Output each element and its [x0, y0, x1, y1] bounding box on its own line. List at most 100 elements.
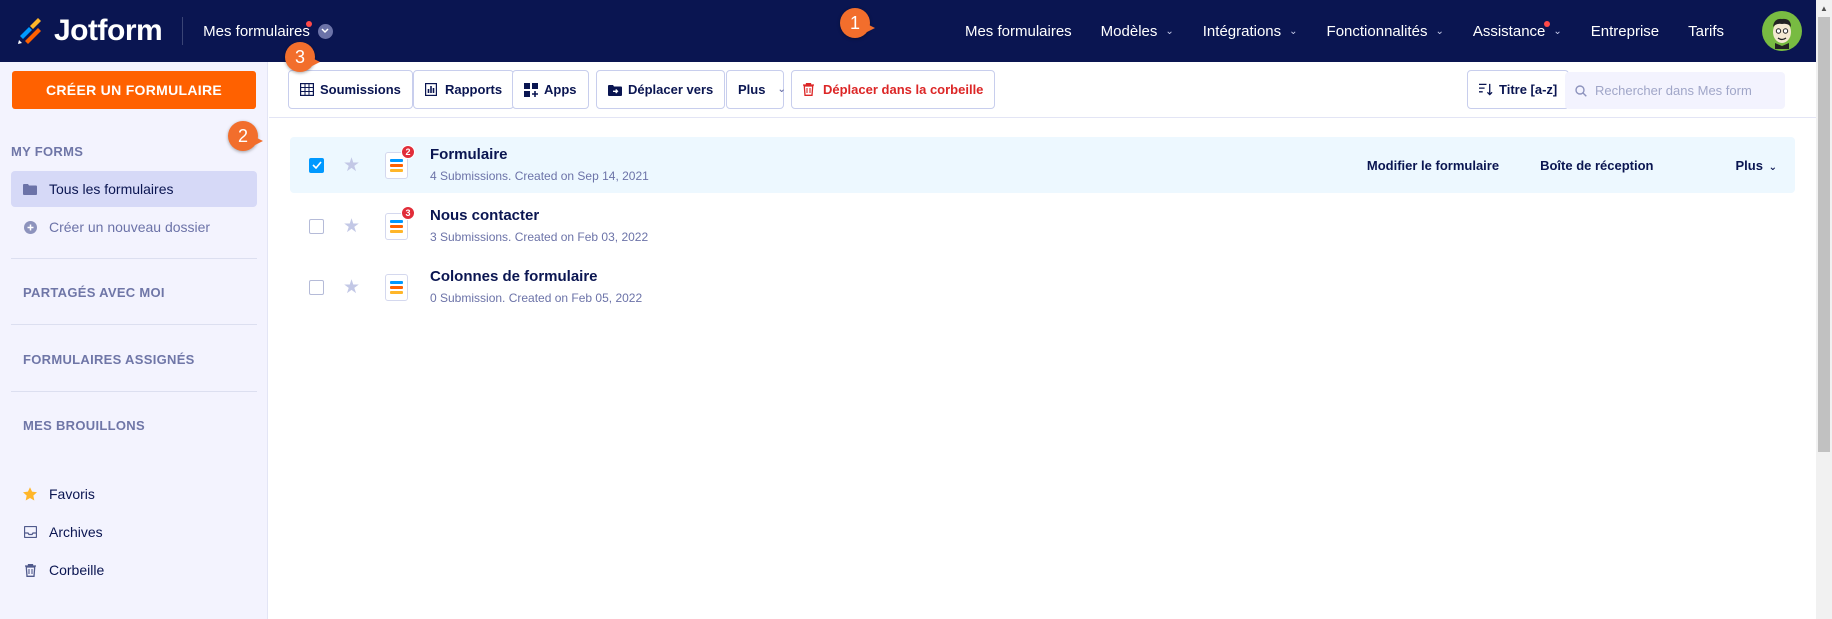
nav-label: Assistance: [1472, 22, 1546, 40]
scroll-up-arrow-icon[interactable]: ▲: [1816, 0, 1832, 17]
form-icon: 2: [385, 144, 415, 179]
user-avatar-icon: [1765, 14, 1799, 49]
notification-dot: [306, 20, 313, 27]
search-box: [1565, 72, 1785, 109]
trash-icon: [803, 83, 817, 97]
trash-icon: [23, 563, 37, 577]
form-checkbox[interactable]: [309, 218, 324, 234]
step-1-badge: 1: [840, 8, 875, 38]
notification-dot: [1543, 20, 1550, 27]
chevron-down-icon: ⌄: [1435, 25, 1444, 37]
bar-chart-icon: [425, 83, 439, 97]
divider: [11, 258, 257, 259]
inbox-button[interactable]: Boîte de réception: [1540, 158, 1653, 173]
nav-label: Tarifs: [1688, 22, 1724, 40]
sidebar-item-assigned[interactable]: FORMULAIRES ASSIGNÉS: [23, 352, 195, 367]
apps-button[interactable]: Apps: [512, 70, 589, 109]
star-icon[interactable]: ★: [343, 154, 360, 177]
star-icon: [23, 487, 37, 501]
form-title[interactable]: Nous contacter: [430, 207, 539, 224]
main-nav: Mes formulaires Modèles ⌄ Intégrations ⌄ F…: [936, 0, 1724, 62]
plus-circle-icon: [23, 220, 37, 234]
step-2-badge: 2: [228, 121, 263, 151]
apps-label: Apps: [544, 82, 577, 97]
jotform-logo[interactable]: Jotform: [16, 14, 163, 48]
sidebar-item-drafts[interactable]: MES BROUILLONS: [23, 418, 145, 433]
form-icon: [385, 273, 408, 301]
chevron-down-icon: ⌄: [777, 84, 786, 95]
edit-form-button[interactable]: Modifier le formulaire: [1367, 158, 1499, 173]
divider: [11, 391, 257, 392]
form-meta: 4 Submissions. Created on Sep 14, 2021: [430, 169, 649, 183]
search-input[interactable]: [1595, 83, 1775, 98]
chevron-down-icon: [317, 23, 333, 39]
sort-button[interactable]: Titre [a-z]: [1467, 70, 1570, 109]
move-to-trash-button[interactable]: Déplacer dans la corbeille: [791, 70, 996, 109]
sidebar-item-label: Tous les formulaires: [49, 181, 174, 197]
top-navbar: Jotform Mes formulaires Mes formulaires …: [0, 0, 1816, 62]
nav-label: Fonctionnalités: [1326, 22, 1428, 40]
workspace-label: Mes formulaires: [203, 22, 310, 40]
row-more-button[interactable]: Plus ⌄: [1695, 158, 1777, 173]
my-forms-heading: MY FORMS: [11, 144, 84, 159]
divider: [11, 324, 257, 325]
move-to-button[interactable]: Déplacer vers: [596, 70, 726, 109]
table-icon: [300, 83, 314, 97]
form-checkbox[interactable]: [309, 279, 324, 295]
check-icon: [311, 161, 322, 169]
form-row[interactable]: ★ Colonnes de formulaire 0 Submission. C…: [290, 259, 1795, 315]
form-checkbox[interactable]: [309, 157, 324, 173]
form-row[interactable]: ★ 2 Formulaire 4 Submissions. Created on…: [290, 137, 1795, 193]
sidebar-item-trash[interactable]: Corbeille: [11, 552, 257, 588]
sidebar-item-archives[interactable]: Archives: [11, 514, 257, 550]
sidebar-item-label: Créer un nouveau dossier: [49, 219, 211, 235]
sidebar-item-all-forms[interactable]: Tous les formulaires: [11, 171, 257, 207]
star-icon[interactable]: ★: [343, 276, 360, 299]
nav-features[interactable]: Fonctionnalités ⌄: [1327, 23, 1444, 40]
avatar[interactable]: [1762, 11, 1802, 51]
sidebar: CRÉER UN FORMULAIRE MY FORMS Tous les fo…: [0, 62, 268, 619]
form-row[interactable]: ★ 3 Nous contacter 3 Submissions. Create…: [290, 198, 1795, 254]
nav-label: Entreprise: [1590, 22, 1660, 40]
sidebar-item-new-folder[interactable]: Créer un nouveau dossier: [11, 209, 257, 245]
form-meta: 3 Submissions. Created on Feb 03, 2022: [430, 230, 649, 244]
create-form-button[interactable]: CRÉER UN FORMULAIRE: [12, 71, 256, 109]
nav-templates[interactable]: Modèles ⌄: [1101, 23, 1174, 40]
sort-label: Titre [a-z]: [1499, 82, 1558, 97]
nav-enterprise[interactable]: Entreprise: [1591, 23, 1659, 40]
page-scrollbar[interactable]: ▲: [1816, 0, 1832, 619]
nav-pricing[interactable]: Tarifs: [1688, 23, 1724, 40]
scrollbar-thumb[interactable]: [1818, 17, 1830, 452]
nav-label: Mes formulaires: [964, 22, 1072, 40]
form-icon: 3: [385, 205, 415, 240]
nav-label: Modèles: [1100, 22, 1158, 40]
chevron-down-icon: ⌄: [1768, 161, 1777, 173]
step-3-badge: 3: [285, 42, 320, 72]
move-to-label: Déplacer vers: [628, 82, 714, 97]
workspace-switcher[interactable]: Mes formulaires: [203, 20, 333, 40]
new-submissions-badge: 3: [401, 205, 415, 220]
submissions-button[interactable]: Soumissions: [288, 70, 413, 109]
sidebar-item-label: Corbeille: [49, 562, 105, 578]
nav-support[interactable]: Assistance ⌄: [1472, 20, 1562, 40]
nav-my-forms[interactable]: Mes formulaires: [965, 23, 1072, 40]
forms-list: ★ 2 Formulaire 4 Submissions. Created on…: [269, 119, 1816, 619]
more-dropdown[interactable]: Plus ⌄: [726, 70, 786, 109]
sidebar-item-favorites[interactable]: Favoris: [11, 476, 257, 512]
form-title[interactable]: Formulaire: [430, 146, 508, 163]
search-icon: [1575, 84, 1587, 97]
star-icon[interactable]: ★: [343, 215, 360, 238]
folder-icon: [23, 182, 37, 196]
sort-icon: [1479, 83, 1493, 97]
brand-name: Jotform: [54, 14, 163, 47]
sidebar-item-shared[interactable]: PARTAGÉS AVEC MOI: [23, 285, 165, 300]
reports-button[interactable]: Rapports: [413, 70, 515, 109]
folder-move-icon: [608, 83, 622, 97]
row-more-label: Plus: [1735, 157, 1763, 173]
row-actions: Modifier le formulaire Boîte de réceptio…: [1326, 137, 1777, 193]
submissions-label: Soumissions: [320, 82, 401, 97]
form-title[interactable]: Colonnes de formulaire: [430, 268, 598, 285]
jotform-logo-icon: [18, 18, 41, 44]
forms-toolbar: Soumissions Rapports Apps Déplacer vers …: [269, 62, 1816, 118]
nav-integrations[interactable]: Intégrations ⌄: [1203, 23, 1298, 40]
